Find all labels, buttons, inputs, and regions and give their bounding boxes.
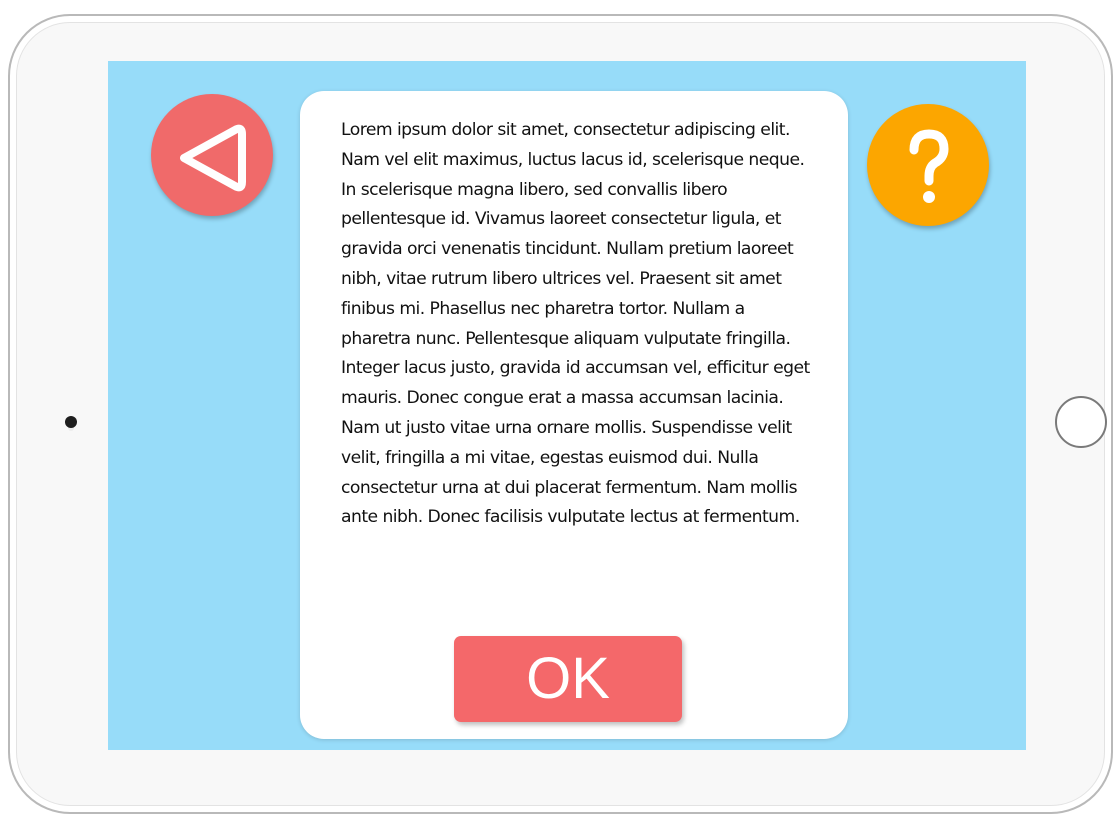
- app-screen: Lorem ipsum dolor sit amet, consectetur …: [108, 61, 1026, 750]
- dialog-body-text: Lorem ipsum dolor sit amet, consectetur …: [341, 120, 810, 528]
- question-mark-icon: [909, 129, 949, 203]
- back-triangle-icon: [180, 124, 246, 192]
- tablet-frame: Lorem ipsum dolor sit amet, consectetur …: [8, 14, 1113, 814]
- help-button[interactable]: [867, 104, 989, 226]
- ok-button[interactable]: OK: [454, 636, 682, 722]
- home-button[interactable]: [1055, 396, 1107, 448]
- info-dialog: Lorem ipsum dolor sit amet, consectetur …: [300, 91, 848, 739]
- camera-icon: [65, 416, 77, 428]
- back-button[interactable]: [151, 94, 273, 216]
